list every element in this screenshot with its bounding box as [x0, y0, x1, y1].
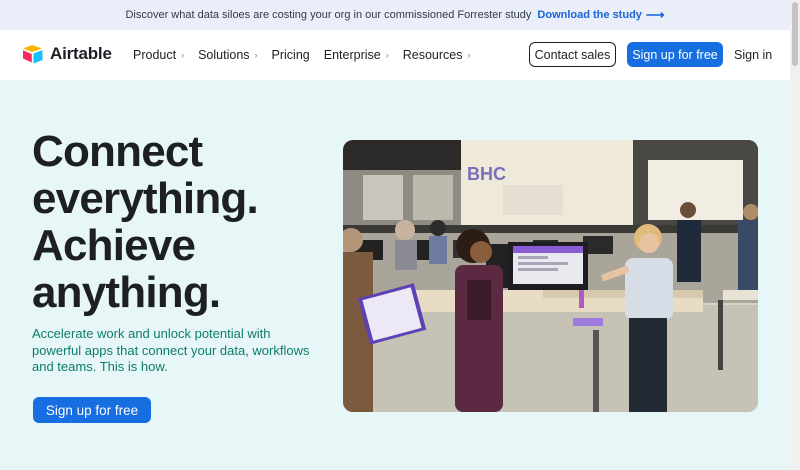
sign-in-link[interactable]: Sign in — [734, 48, 772, 62]
airtable-logo[interactable]: Airtable — [22, 44, 112, 64]
download-study-label: Download the study — [537, 9, 642, 21]
download-study-link[interactable]: Download the study ⟶ — [537, 7, 664, 23]
logo-wordmark: Airtable — [50, 44, 112, 63]
scrollbar-thumb[interactable] — [792, 2, 798, 66]
nav-signup-button[interactable]: Sign up for free — [627, 42, 723, 67]
main-menu: Product › Solutions › Pricing Enterprise… — [133, 30, 484, 80]
nav-item-label: Resources — [402, 48, 463, 62]
promo-banner: Discover what data siloes are costing yo… — [0, 0, 790, 30]
nav-item-label: Product — [133, 48, 177, 62]
contact-sales-button[interactable]: Contact sales — [529, 42, 616, 67]
airtable-logo-icon — [23, 45, 43, 64]
nav-item-enterprise[interactable]: Enterprise › — [324, 48, 389, 62]
headline-line: Achieve — [32, 221, 196, 270]
chevron-right-icon: › — [254, 50, 258, 60]
svg-text:BHC: BHC — [467, 164, 506, 184]
hero-photo: BHC — [343, 140, 758, 412]
headline-line: Connect — [32, 127, 203, 176]
headline-line: anything. — [32, 268, 221, 317]
arrow-right-icon: ⟶ — [645, 7, 665, 22]
headline-line: everything. — [32, 174, 259, 223]
nav-item-label: Solutions — [198, 48, 250, 62]
promo-banner-text: Discover what data siloes are costing yo… — [125, 9, 532, 21]
nav-item-pricing[interactable]: Pricing — [272, 48, 310, 62]
nav-item-label: Enterprise — [323, 48, 381, 62]
hero-signup-button[interactable]: Sign up for free — [33, 397, 151, 423]
nav-item-product[interactable]: Product › — [133, 48, 184, 62]
hero-subtext: Accelerate work and unlock potential wit… — [32, 326, 310, 374]
hero-headline: Connect everything. Achieve anything. — [32, 128, 332, 316]
chevron-right-icon: › — [385, 50, 389, 60]
chevron-right-icon: › — [181, 50, 185, 60]
top-nav: Airtable Product › Solutions › Pricing E… — [0, 30, 790, 80]
nav-item-solutions[interactable]: Solutions › — [198, 48, 257, 62]
nav-item-resources[interactable]: Resources › — [403, 48, 471, 62]
nav-item-label: Pricing — [271, 48, 310, 62]
page-scrollbar[interactable] — [790, 0, 800, 470]
chevron-right-icon: › — [467, 50, 471, 60]
office-illustration: BHC — [343, 140, 758, 412]
